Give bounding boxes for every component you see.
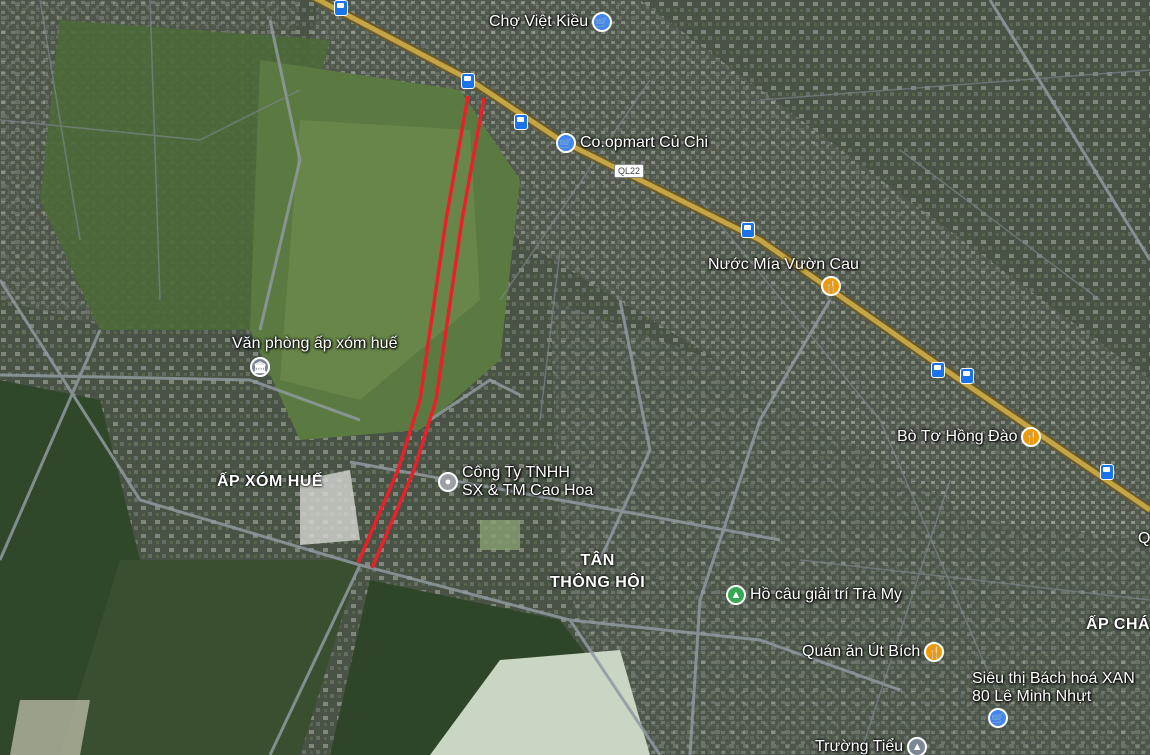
road-shield-ql22: QL22 xyxy=(614,164,645,178)
bus-stop-icon[interactable] xyxy=(461,73,475,89)
poi-cho-viet-kieu[interactable]: Chợ Việt Kiều 🛒 xyxy=(489,12,613,32)
shopping-cart-icon: 🛒 xyxy=(988,708,1008,728)
area-label-ap-xom-hue: ẤP XÓM HUẾ xyxy=(217,473,324,490)
government-building-icon: 🏛 xyxy=(250,357,270,377)
tree-icon: ▲ xyxy=(726,585,746,605)
poi-sieu-thi[interactable]: Siêu thị Bách hoá XAN 80 Lê Minh Nhựt 🛒 xyxy=(972,670,1135,728)
poi-label: Co.opmart Củ Chi xyxy=(580,134,709,151)
school-icon: ▲ xyxy=(907,737,928,755)
poi-label: Siêu thị Bách hoá XAN 80 Lê Minh Nhựt xyxy=(972,670,1135,705)
satellite-imagery xyxy=(0,0,1150,755)
fork-knife-icon: 🍴 xyxy=(924,642,945,662)
bus-stop-icon[interactable] xyxy=(741,222,755,238)
shopping-cart-icon: 🛒 xyxy=(556,133,576,153)
poi-van-phong[interactable]: Văn phòng ấp xóm huế 🏛 xyxy=(232,335,397,377)
poi-ho-cau[interactable]: ▲ Hồ câu giải trí Trà My xyxy=(726,585,902,605)
bus-stop-icon[interactable] xyxy=(931,362,945,378)
bus-stop-icon[interactable] xyxy=(1100,464,1114,480)
area-label-tan-thong-hoi: TÂN THÔNG HỘI xyxy=(550,552,646,591)
poi-cong-ty[interactable]: ● Công Ty TNHH SX & TM Cao Hoa xyxy=(438,464,593,500)
bus-stop-icon[interactable] xyxy=(334,0,348,16)
shopping-cart-icon: 🛒 xyxy=(592,12,613,32)
bus-stop-icon[interactable] xyxy=(514,114,528,130)
poi-label: Chợ Việt Kiều xyxy=(489,13,589,30)
poi-label: Bò Tơ Hồng Đào xyxy=(897,428,1018,445)
poi-label: Hồ câu giải trí Trà My xyxy=(750,586,903,603)
area-label-ap-cha: ẤP CHÁ xyxy=(1086,616,1150,633)
poi-nuoc-mia[interactable]: Nước Mía Vườn Cau 🍴 xyxy=(708,256,859,296)
location-pin-icon: ● xyxy=(438,472,458,492)
poi-label: Văn phòng ấp xóm huế xyxy=(232,335,398,352)
map-canvas[interactable]: QL22 Chợ Việt Kiều 🛒 🛒 Co.opmart Củ Chi … xyxy=(0,0,1150,755)
poi-label: Quán ăn Út Bích xyxy=(802,643,921,660)
edge-label: Q xyxy=(1138,530,1150,547)
bus-stop-icon[interactable] xyxy=(960,368,974,384)
poi-label: Trường Tiểu xyxy=(815,738,904,755)
fork-knife-icon: 🍴 xyxy=(820,276,841,296)
poi-quan-an[interactable]: Quán ăn Út Bích 🍴 xyxy=(802,642,945,662)
poi-coopmart[interactable]: 🛒 Co.opmart Củ Chi xyxy=(556,133,708,153)
fork-knife-icon: 🍴 xyxy=(1021,427,1042,447)
poi-label: Công Ty TNHH SX & TM Cao Hoa xyxy=(462,464,594,499)
poi-truong[interactable]: Trường Tiểu ▲ xyxy=(815,737,928,755)
poi-label: Nước Mía Vườn Cau xyxy=(708,256,859,273)
poi-bo-to[interactable]: Bò Tơ Hồng Đào 🍴 xyxy=(897,427,1042,447)
